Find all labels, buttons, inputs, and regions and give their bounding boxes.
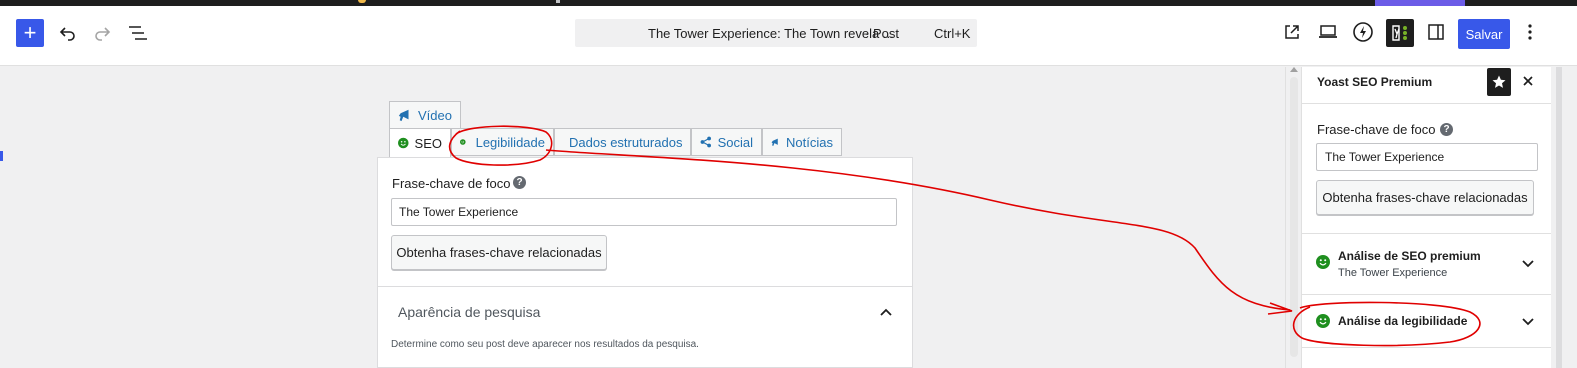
canvas-scrollbar[interactable] — [1285, 67, 1301, 368]
sidebar-related-keyphrases-button[interactable]: Obtenha frases-chave relacionadas — [1316, 180, 1534, 215]
canvas-edge-marker — [0, 151, 3, 161]
good-score-smiley-icon — [1316, 255, 1330, 269]
focus-keyphrase-label: Frase-chave de foco — [392, 176, 511, 191]
seo-analysis-subtitle: The Tower Experience — [1338, 267, 1448, 279]
tab-dados-estruturados[interactable]: Dados estruturados — [554, 128, 691, 156]
good-score-smiley-icon — [398, 137, 409, 149]
scroll-up-arrow-icon[interactable] — [1290, 67, 1298, 72]
search-appearance-description: Determine como seu post deve aparecer no… — [391, 339, 699, 350]
sidebar-header: Yoast SEO Premium — [1302, 67, 1552, 97]
yoast-seo-panel: Frase-chave de foco ? The Tower Experien… — [377, 157, 913, 368]
tab-social[interactable]: Social — [691, 128, 762, 156]
settings-sidebar-icon[interactable] — [1424, 20, 1448, 44]
tab-seo-label: SEO — [414, 135, 442, 151]
yoast-sidebar: Yoast SEO Premium Frase-chave de foco ? … — [1301, 67, 1552, 368]
tab-video[interactable]: Vídeo — [389, 101, 461, 129]
readability-analysis-title: Análise da legibilidade — [1338, 314, 1468, 328]
search-appearance-title[interactable]: Aparência de pesquisa — [398, 304, 540, 320]
tab-legibilidade[interactable]: Legibilidade — [451, 128, 554, 156]
jetpack-icon[interactable] — [1351, 20, 1375, 44]
tab-legibilidade-label: Legibilidade — [475, 134, 545, 150]
more-options-icon[interactable] — [1520, 20, 1540, 44]
focus-keyphrase-input[interactable]: The Tower Experience — [391, 198, 897, 226]
document-overview-icon[interactable] — [124, 19, 152, 47]
divider — [1302, 103, 1552, 104]
redo-icon[interactable] — [88, 19, 116, 47]
seo-analysis-title: Análise de SEO premium — [1338, 249, 1481, 263]
editor-header: + The Tower Experience: The Town revela … — [0, 6, 1577, 66]
related-keyphrases-button[interactable]: Obtenha frases-chave relacionadas — [391, 235, 607, 270]
sidebar-title: Yoast SEO Premium — [1317, 75, 1433, 89]
chevron-up-icon[interactable] — [878, 304, 894, 320]
divider — [378, 286, 912, 287]
help-icon[interactable]: ? — [1440, 123, 1453, 136]
sidebar-focus-keyphrase-label: Frase-chave de foco — [1317, 122, 1436, 137]
share-icon — [700, 136, 711, 148]
preview-device-icon[interactable] — [1316, 20, 1340, 44]
scrollbar-track — [1556, 67, 1562, 368]
sidebar-focus-keyphrase-input[interactable]: The Tower Experience — [1316, 143, 1538, 171]
save-button[interactable]: Salvar — [1458, 19, 1510, 49]
tab-indicator — [358, 0, 366, 3]
undo-icon[interactable] — [54, 19, 82, 47]
tab-noticias[interactable]: Notícias — [762, 128, 842, 156]
command-bar[interactable]: The Tower Experience: The Town revela ..… — [575, 19, 977, 47]
good-score-smiley-icon — [460, 139, 466, 145]
sidebar-scrollbar[interactable] — [1551, 67, 1577, 368]
chevron-down-icon — [1522, 260, 1534, 268]
pin-star-icon[interactable] — [1487, 68, 1511, 96]
megaphone-icon — [771, 138, 778, 146]
close-icon[interactable] — [1518, 71, 1538, 91]
post-type-label: · Post — [865, 26, 899, 41]
seo-analysis-toggle[interactable]: Análise de SEO premium The Tower Experie… — [1302, 234, 1552, 294]
yoast-icon[interactable] — [1386, 19, 1414, 47]
shortcut-hint: Ctrl+K — [934, 26, 971, 41]
post-title: The Tower Experience: The Town revela ..… — [648, 26, 894, 41]
tab-noticias-label: Notícias — [786, 134, 833, 150]
chevron-down-icon — [1522, 318, 1534, 326]
scrollbar-thumb[interactable] — [1290, 77, 1298, 357]
divider — [1302, 347, 1552, 348]
readability-analysis-toggle[interactable]: Análise da legibilidade — [1302, 295, 1552, 347]
tab-video-label: Vídeo — [418, 107, 452, 123]
tab-social-label: Social — [717, 134, 753, 150]
view-post-icon[interactable] — [1280, 20, 1304, 44]
good-score-smiley-icon — [1316, 314, 1330, 328]
add-block-button[interactable]: + — [16, 19, 44, 47]
tab-seo[interactable]: SEO — [389, 128, 451, 158]
megaphone-icon — [398, 109, 409, 122]
tab-dados-label: Dados estruturados — [569, 134, 683, 150]
tab-indicator — [556, 0, 560, 3]
help-icon[interactable]: ? — [513, 176, 526, 189]
